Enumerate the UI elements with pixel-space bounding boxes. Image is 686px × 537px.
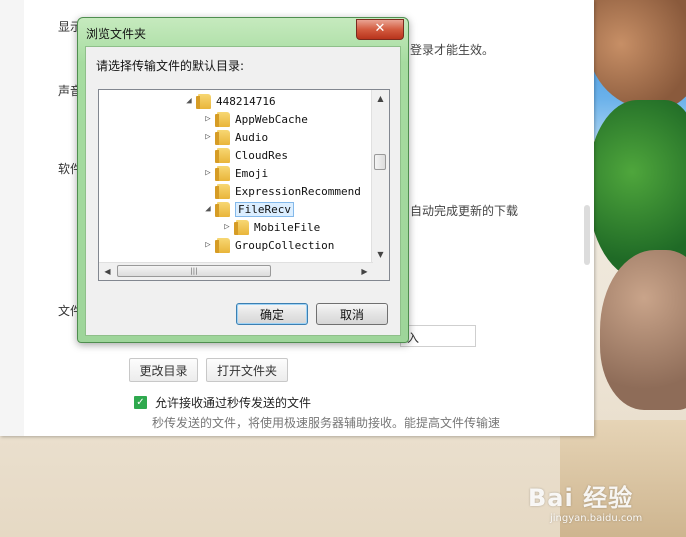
dialog-prompt: 请选择传输文件的默认目录:	[96, 59, 245, 73]
expand-arrow-icon[interactable]: ▷	[202, 114, 214, 124]
close-button[interactable]: ✕	[356, 19, 404, 40]
tree-item-label: AppWebCache	[235, 112, 308, 126]
tree-item-cloudres[interactable]: CloudRes	[202, 146, 288, 164]
cancel-button[interactable]: 取消	[316, 303, 388, 325]
ok-button[interactable]: 确定	[236, 303, 308, 325]
scroll-right-icon[interactable]: ▶	[356, 263, 373, 280]
expand-arrow-icon[interactable]: ▷	[202, 240, 214, 250]
checkbox-checked-icon[interactable]: ✓	[134, 396, 147, 409]
folder-icon	[215, 165, 230, 181]
save-path-input[interactable]: 入	[400, 325, 476, 347]
tree-item-label: 448214716	[216, 94, 276, 108]
scroll-down-icon[interactable]: ▼	[372, 246, 389, 263]
login-effect-hint: 登录才能生效。	[410, 43, 495, 57]
auto-update-hint: 自动完成更新的下载	[410, 204, 519, 218]
folder-icon	[215, 111, 230, 127]
settings-sidebar	[0, 0, 24, 436]
tree-item-label: ExpressionRecommend	[235, 184, 361, 198]
tree-item-appwebcache[interactable]: ▷ AppWebCache	[202, 110, 308, 128]
tree-horizontal-scrollbar[interactable]: ◀ ||| ▶	[99, 262, 373, 280]
collapse-arrow-icon[interactable]: ◢	[202, 204, 214, 214]
second-transfer-label: 允许接收通过秒传发送的文件	[155, 396, 312, 410]
watermark-text: Bai 经验	[528, 484, 634, 512]
change-dir-button[interactable]: 更改目录	[129, 358, 198, 382]
folder-icon	[196, 93, 211, 109]
second-transfer-option[interactable]: ✓ 允许接收通过秒传发送的文件	[134, 394, 311, 411]
folder-icon	[215, 183, 230, 199]
close-icon: ✕	[374, 21, 386, 36]
expand-arrow-icon[interactable]: ▷	[221, 222, 233, 232]
scroll-left-icon[interactable]: ◀	[99, 263, 116, 280]
open-folder-button[interactable]: 打开文件夹	[206, 358, 288, 382]
dialog-body: 请选择传输文件的默认目录: ◢ 448214716 ▷ AppWebCache …	[85, 46, 401, 336]
horizontal-scroll-thumb[interactable]: |||	[117, 265, 271, 277]
scrollbar-corner	[372, 263, 389, 280]
folder-tree[interactable]: ◢ 448214716 ▷ AppWebCache ▷ Audio CloudR…	[98, 89, 390, 281]
vertical-scroll-thumb[interactable]	[374, 154, 386, 170]
tree-item-label: GroupCollection	[235, 238, 335, 252]
watermark-subtext: jingyan.baidu.com	[550, 513, 643, 524]
second-transfer-description: 秒传发送的文件，将使用极速服务器辅助接收。能提高文件传输速	[152, 416, 501, 430]
tree-item-emoji[interactable]: ▷ Emoji	[202, 164, 268, 182]
dialog-titlebar[interactable]: 浏览文件夹 ✕	[78, 18, 408, 46]
expand-arrow-icon[interactable]: ▷	[202, 132, 214, 142]
baidu-watermark: Bai 经验 jingyan.baidu.com	[528, 478, 642, 524]
tree-item-expressionrecommend[interactable]: ExpressionRecommend	[202, 182, 361, 200]
tree-item-448214716[interactable]: ◢ 448214716	[183, 92, 276, 110]
browse-folder-dialog: 浏览文件夹 ✕ 请选择传输文件的默认目录: ◢ 448214716 ▷ AppW…	[77, 17, 409, 343]
scroll-up-icon[interactable]: ▲	[372, 90, 389, 107]
tree-item-label: CloudRes	[235, 148, 288, 162]
tree-item-mobilefile[interactable]: ▷ MobileFile	[221, 218, 320, 236]
tree-vertical-scrollbar[interactable]: ▲ ▼	[371, 90, 389, 263]
folder-icon	[215, 129, 230, 145]
settings-scrollbar[interactable]	[584, 205, 590, 265]
folder-open-icon	[215, 201, 230, 217]
tree-item-label: MobileFile	[254, 220, 321, 234]
folder-icon	[234, 219, 249, 235]
wallpaper-rock	[600, 250, 686, 410]
expand-arrow-icon[interactable]: ▷	[202, 168, 214, 178]
tree-item-audio[interactable]: ▷ Audio	[202, 128, 268, 146]
folder-icon	[215, 147, 230, 163]
folder-icon	[215, 237, 230, 253]
tree-item-label: Emoji	[235, 166, 269, 180]
collapse-arrow-icon[interactable]: ◢	[183, 96, 195, 106]
tree-item-label: Audio	[235, 130, 269, 144]
tree-item-filerecv[interactable]: ◢ FileRecv	[202, 200, 294, 218]
tree-item-label: FileRecv	[235, 201, 294, 217]
tree-item-groupcollection[interactable]: ▷ GroupCollection	[202, 236, 334, 254]
dialog-title: 浏览文件夹	[86, 27, 147, 41]
